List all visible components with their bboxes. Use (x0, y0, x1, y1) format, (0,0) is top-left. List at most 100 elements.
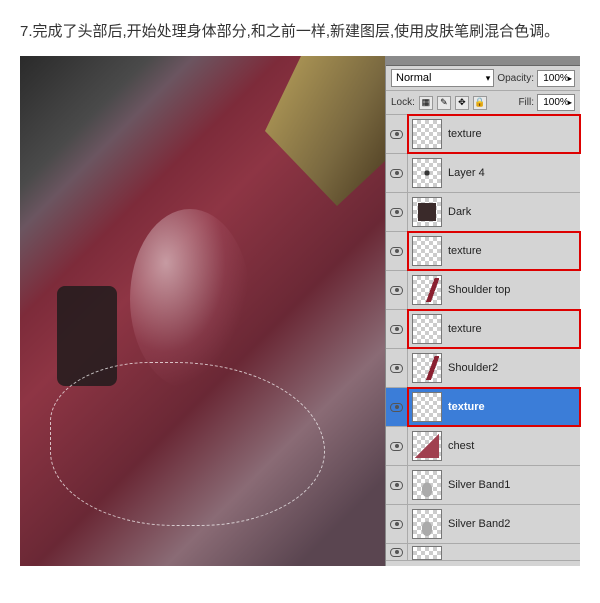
layer-body: Dark (408, 193, 580, 231)
layer-body: Silver Band1 (408, 466, 580, 504)
layer-item[interactable]: Silver Band2 (386, 505, 580, 544)
lock-transparency-icon[interactable]: ▦ (419, 96, 433, 110)
layer-name-label: chest (448, 440, 474, 452)
layer-item[interactable]: texture (386, 388, 580, 427)
layer-body: Layer 4 (408, 154, 580, 192)
layer-thumbnail[interactable] (412, 275, 442, 305)
layer-visibility-toggle[interactable] (386, 115, 408, 153)
layer-thumbnail[interactable] (412, 392, 442, 422)
layer-thumbnail[interactable] (412, 431, 442, 461)
layer-body: texture (408, 310, 580, 348)
layer-item[interactable]: Silver Band1 (386, 466, 580, 505)
opacity-input[interactable]: 100% (537, 70, 575, 87)
layer-name-label: Shoulder2 (448, 362, 498, 374)
thumbnail-content (415, 434, 439, 458)
layer-name-label: texture (448, 401, 485, 413)
thumbnail-content (415, 278, 439, 302)
layer-thumbnail[interactable] (412, 197, 442, 227)
eye-icon (390, 208, 403, 217)
layer-item[interactable]: Shoulder top (386, 271, 580, 310)
layer-item[interactable]: Shoulder2 (386, 349, 580, 388)
lock-all-icon[interactable]: 🔒 (473, 96, 487, 110)
layer-thumbnail[interactable] (412, 236, 442, 266)
layer-name-label: texture (448, 245, 482, 257)
eye-icon (390, 520, 403, 529)
thumbnail-content (415, 512, 439, 536)
eye-icon (390, 325, 403, 334)
layer-thumbnail[interactable] (412, 158, 442, 188)
layer-name-label: Silver Band1 (448, 479, 510, 491)
layer-name-label: texture (448, 323, 482, 335)
layer-name-label: Shoulder top (448, 284, 510, 296)
layer-visibility-toggle[interactable] (386, 427, 408, 465)
thumbnail-content (418, 203, 436, 221)
eye-icon (390, 548, 403, 557)
artwork-highlight (130, 209, 250, 389)
thumbnail-content (415, 161, 439, 185)
layer-body (408, 544, 580, 560)
lock-label: Lock: (391, 97, 415, 108)
layers-list: texture Layer 4 Dark texture Shoulder top tex… (386, 115, 580, 561)
layer-thumbnail[interactable] (412, 353, 442, 383)
artwork-dark-shape (57, 286, 117, 386)
opacity-label: Opacity: (497, 73, 534, 84)
layer-body: Shoulder2 (408, 349, 580, 387)
layer-thumbnail[interactable] (412, 470, 442, 500)
layer-item[interactable]: chest (386, 427, 580, 466)
layer-visibility-toggle[interactable] (386, 466, 408, 504)
opacity-value: 100% (543, 73, 569, 84)
layer-visibility-toggle[interactable] (386, 193, 408, 231)
layer-name-label: Dark (448, 206, 471, 218)
layer-body: texture (408, 232, 580, 270)
blend-mode-value: Normal (396, 72, 431, 84)
thumbnail-content (415, 473, 439, 497)
layers-panel: Normal Opacity: 100% Lock: ▦ ✎ ✥ 🔒 Fill:… (385, 56, 580, 566)
layer-name-label: Silver Band2 (448, 518, 510, 530)
fill-input[interactable]: 100% (537, 94, 575, 111)
layer-visibility-toggle[interactable] (386, 349, 408, 387)
layer-visibility-toggle[interactable] (386, 271, 408, 309)
layer-visibility-toggle[interactable] (386, 310, 408, 348)
layer-visibility-toggle[interactable] (386, 544, 408, 560)
layer-name-label: Layer 4 (448, 167, 485, 179)
eye-icon (390, 130, 403, 139)
eye-icon (390, 247, 403, 256)
blend-mode-row: Normal Opacity: 100% (386, 66, 580, 91)
layer-name-label: texture (448, 128, 482, 140)
fill-label: Fill: (518, 97, 534, 108)
layer-body: Shoulder top (408, 271, 580, 309)
layer-item[interactable]: texture (386, 232, 580, 271)
layer-item[interactable] (386, 544, 580, 561)
layer-item[interactable]: texture (386, 115, 580, 154)
layer-body: Silver Band2 (408, 505, 580, 543)
eye-icon (390, 403, 403, 412)
canvas-artwork[interactable] (20, 56, 385, 566)
layer-item[interactable]: texture (386, 310, 580, 349)
layer-visibility-toggle[interactable] (386, 505, 408, 543)
layer-visibility-toggle[interactable] (386, 232, 408, 270)
eye-icon (390, 481, 403, 490)
fill-value: 100% (543, 97, 569, 108)
layer-visibility-toggle[interactable] (386, 154, 408, 192)
layer-thumbnail[interactable] (412, 509, 442, 539)
eye-icon (390, 169, 403, 178)
layer-thumbnail[interactable] (412, 119, 442, 149)
layer-body: texture (408, 115, 580, 153)
layer-thumbnail[interactable] (412, 314, 442, 344)
eye-icon (390, 286, 403, 295)
layer-item[interactable]: Layer 4 (386, 154, 580, 193)
lock-position-icon[interactable]: ✥ (455, 96, 469, 110)
thumbnail-content (415, 356, 439, 380)
eye-icon (390, 442, 403, 451)
eye-icon (390, 364, 403, 373)
panel-header-bar (386, 56, 580, 66)
blend-mode-select[interactable]: Normal (391, 69, 494, 87)
layer-body: texture (408, 388, 580, 426)
lock-brush-icon[interactable]: ✎ (437, 96, 451, 110)
layer-visibility-toggle[interactable] (386, 388, 408, 426)
instruction-text: 7.完成了头部后,开始处理身体部分,和之前一样,新建图层,使用皮肤笔刷混合色调。 (20, 20, 580, 44)
layer-item[interactable]: Dark (386, 193, 580, 232)
layer-thumbnail[interactable] (412, 546, 442, 560)
layer-body: chest (408, 427, 580, 465)
main-content: Normal Opacity: 100% Lock: ▦ ✎ ✥ 🔒 Fill:… (20, 56, 580, 566)
